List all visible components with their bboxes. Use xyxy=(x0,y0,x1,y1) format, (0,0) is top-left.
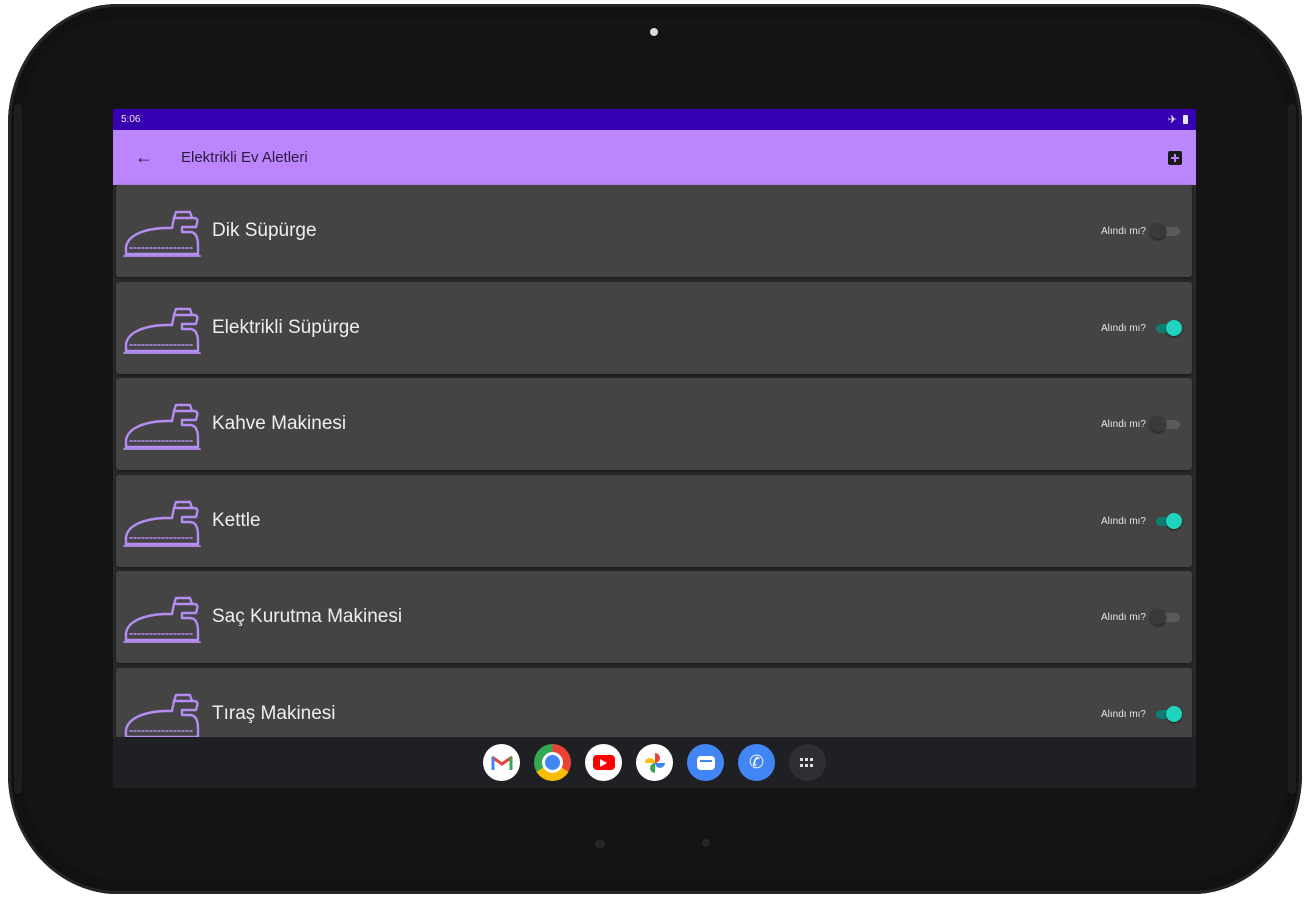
iron-icon xyxy=(123,210,201,257)
tablet-left-edge xyxy=(14,104,22,794)
front-camera xyxy=(650,28,658,36)
app-drawer-icon[interactable] xyxy=(789,744,826,781)
battery-icon xyxy=(1183,115,1188,124)
toggle-label: Alındı mı? xyxy=(1100,225,1146,237)
purchased-switch[interactable] xyxy=(1154,320,1182,336)
page-title: Elektrikli Ev Aletleri xyxy=(181,149,308,166)
iron-icon xyxy=(123,596,201,643)
switch-thumb xyxy=(1150,416,1166,432)
switch-thumb xyxy=(1150,223,1166,239)
item-name: Kettle xyxy=(212,510,261,531)
photos-icon[interactable] xyxy=(636,744,673,781)
iron-icon xyxy=(123,500,201,547)
youtube-badge xyxy=(592,755,615,770)
toggle-label: Alındı mı? xyxy=(1100,515,1146,527)
sensor-right xyxy=(702,839,710,847)
gmail-glyph xyxy=(490,755,513,770)
iron-icon xyxy=(123,403,201,450)
switch-thumb xyxy=(1166,513,1182,529)
toggle-label: Alındı mı? xyxy=(1100,418,1146,430)
status-icons: ✈ xyxy=(1168,113,1188,126)
purchased-switch[interactable] xyxy=(1154,706,1182,722)
play-icon xyxy=(600,758,607,767)
item-name: Tıraş Makinesi xyxy=(212,703,336,724)
chrome-center xyxy=(542,752,563,773)
message-line xyxy=(699,759,712,762)
grid-glyph xyxy=(799,757,813,767)
list-item[interactable]: Elektrikli Süpürge Alındı mı? xyxy=(116,282,1192,374)
status-time: 5:06 xyxy=(121,114,141,125)
messages-icon[interactable] xyxy=(687,744,724,781)
photos-glyph xyxy=(644,752,665,773)
list-item[interactable]: Kahve Makinesi Alındı mı? xyxy=(116,378,1192,470)
add-box-icon[interactable] xyxy=(1168,150,1182,165)
list-item[interactable]: Saç Kurutma Makinesi Alındı mı? xyxy=(116,571,1192,663)
app-bar: ← Elektrikli Ev Aletleri xyxy=(113,130,1196,185)
toggle-label: Alındı mı? xyxy=(1100,611,1146,623)
toggle-label: Alındı mı? xyxy=(1100,708,1146,720)
navigation-dock: ✆ xyxy=(113,737,1196,788)
tablet-right-edge xyxy=(1288,104,1296,794)
message-bubble xyxy=(696,755,715,770)
iron-icon xyxy=(123,307,201,354)
item-name: Kahve Makinesi xyxy=(212,413,347,434)
status-bar: 5:06 ✈ xyxy=(113,109,1196,130)
airplane-mode-icon: ✈ xyxy=(1167,114,1177,126)
gmail-icon[interactable] xyxy=(483,744,520,781)
item-name: Dik Süpürge xyxy=(212,220,317,241)
toggle-label: Alındı mı? xyxy=(1100,322,1146,334)
device-screen: 5:06 ✈ ← Elektrikli Ev Aletleri Dik Süpü… xyxy=(113,109,1196,788)
list-item[interactable]: Dik Süpürge Alındı mı? xyxy=(116,185,1192,277)
purchased-switch[interactable] xyxy=(1150,223,1180,239)
purchased-switch[interactable] xyxy=(1150,416,1180,432)
arrow-left-icon[interactable]: ← xyxy=(135,147,159,168)
purchased-switch[interactable] xyxy=(1154,513,1182,529)
list-item[interactable]: Kettle Alındı mı? xyxy=(116,475,1192,567)
switch-thumb xyxy=(1150,609,1166,625)
item-name: Elektrikli Süpürge xyxy=(212,317,360,338)
switch-thumb xyxy=(1166,706,1182,722)
phone-icon[interactable]: ✆ xyxy=(738,744,775,781)
switch-thumb xyxy=(1166,320,1182,336)
iron-icon xyxy=(123,693,201,740)
chrome-icon[interactable] xyxy=(534,744,571,781)
sensor-left xyxy=(595,839,605,849)
purchased-switch[interactable] xyxy=(1150,609,1180,625)
youtube-icon[interactable] xyxy=(585,744,622,781)
item-name: Saç Kurutma Makinesi xyxy=(212,606,403,627)
